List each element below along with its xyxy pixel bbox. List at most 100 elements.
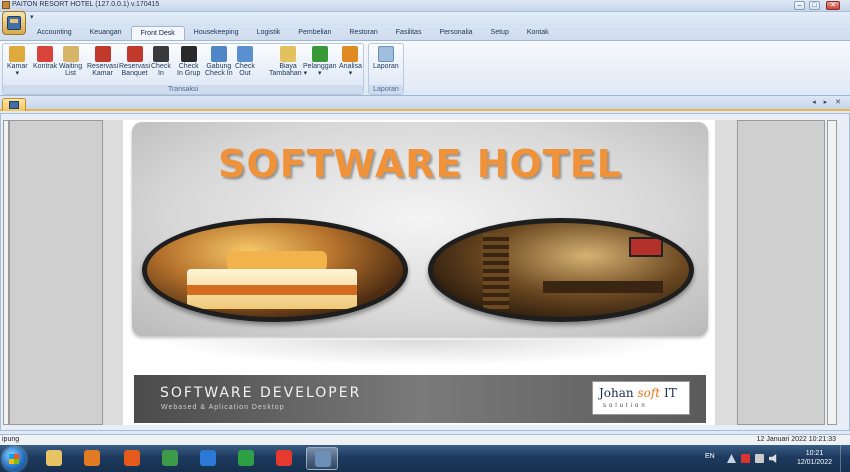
- tab-personalia[interactable]: Personalia: [430, 26, 481, 40]
- ribbon-button-sublabel: Check In: [205, 70, 233, 77]
- start-button[interactable]: [2, 447, 26, 471]
- logo-text: Johan soft IT: [599, 386, 677, 400]
- application-menu-button[interactable]: [2, 11, 26, 35]
- document-tab-controls[interactable]: ◂ ▸ ✕: [812, 98, 844, 106]
- bed-runner: [187, 285, 357, 295]
- ribbon-button-biaya-tambahan[interactable]: Biaya Tambahan ▾: [269, 46, 307, 77]
- taskbar-app-green-triangle-app[interactable]: [230, 447, 262, 470]
- anydesk-icon: [276, 450, 292, 466]
- media-player-icon: [84, 450, 100, 466]
- tab-restoran[interactable]: Restoran: [340, 26, 386, 40]
- ribbon-button-sublabel: Banquet: [121, 70, 148, 77]
- analysis-icon: [342, 46, 359, 62]
- tab-accounting[interactable]: Accounting: [28, 26, 81, 40]
- logo-it: IT: [663, 386, 677, 400]
- ribbon-button-gabung-check-in[interactable]: Gabung Check In: [205, 46, 233, 77]
- welcome-canvas: SOFTWARE HOTEL SOFTWARE DEVELOPER Webase…: [123, 120, 715, 425]
- network-icon[interactable]: [755, 454, 764, 463]
- group-add-icon: [180, 46, 197, 62]
- tab-kontak[interactable]: Kontak: [518, 26, 558, 40]
- ribbon-button-label: Waiting: [59, 63, 83, 70]
- file-explorer-icon: [46, 450, 62, 466]
- checkout-icon: [236, 46, 253, 62]
- ribbon-button-sublabel: Tambahan ▾: [269, 70, 308, 77]
- maximize-button[interactable]: □: [809, 1, 820, 10]
- ribbon-button-sublabel: ▾: [15, 70, 20, 77]
- ribbon-button-sublabel: In Grup: [177, 70, 201, 77]
- taskbar-app-hotel-app[interactable]: [306, 447, 338, 470]
- ribbon-button-label: Reservasi: [119, 63, 151, 70]
- taskbar-app-file-explorer[interactable]: [38, 447, 70, 470]
- taskbar-app-chrome[interactable]: [154, 447, 186, 470]
- tab-housekeeping[interactable]: Housekeeping: [185, 26, 248, 40]
- status-datetime: 12 Januari 2022 10:21:33: [756, 436, 836, 443]
- clock-time: 10:21: [805, 450, 824, 457]
- minimize-button[interactable]: –: [794, 1, 805, 10]
- chrome-icon: [162, 450, 178, 466]
- document-tab-home[interactable]: [2, 98, 26, 111]
- ribbon-button-pelanggan[interactable]: Pelanggan ▾: [303, 46, 336, 77]
- tab-front-desk[interactable]: Front Desk: [130, 26, 185, 40]
- clock[interactable]: 10:21 12/01/2022: [797, 449, 832, 467]
- right-side-panel: [737, 120, 825, 425]
- people-icon: [152, 46, 169, 62]
- logo-subtitle: solution: [603, 403, 648, 409]
- group-label-transaksi: Transaksi: [3, 85, 363, 94]
- box-icon: [9, 46, 26, 62]
- taskbar: EN 10:21 12/01/2022: [0, 445, 850, 472]
- ribbon-button-reservasi-banquet[interactable]: Reservasi Banquet: [119, 46, 150, 77]
- taskbar-app-teamviewer[interactable]: [192, 447, 224, 470]
- tab-pembelian[interactable]: Pembelian: [289, 26, 340, 40]
- developer-logo: Johan soft IT solution: [592, 381, 690, 415]
- show-hidden-icons-icon[interactable]: [727, 454, 736, 463]
- tab-keuangan[interactable]: Keuangan: [81, 26, 131, 40]
- tab-fasilitas[interactable]: Fasilitas: [387, 26, 431, 40]
- ribbon-button-check-out[interactable]: Check Out: [235, 46, 255, 77]
- app-menu-icon: [7, 16, 21, 30]
- taskbar-app-anydesk[interactable]: [268, 447, 300, 470]
- ribbon-button-sublabel: ▾: [317, 70, 322, 77]
- room-interior-photo: [428, 218, 694, 322]
- hotel-app-icon: [315, 451, 331, 467]
- ribbon-button-analisa[interactable]: Analisa ▾: [339, 46, 362, 77]
- ribbon-button-sublabel: Kamar: [92, 70, 113, 77]
- document-tab-bar: ◂ ▸ ✕: [0, 97, 850, 111]
- group-label-laporan: Laporan: [369, 85, 403, 94]
- wooden-panel: [483, 233, 509, 313]
- status-bar: ipung 12 Januari 2022 10:21:33: [0, 434, 850, 445]
- add-customer-icon: [311, 46, 328, 62]
- action-center-flag-icon[interactable]: [741, 454, 750, 463]
- ribbon: Transaksi Kamar ▾ Kontrak Waiting List Reserv…: [0, 40, 850, 96]
- show-desktop-button[interactable]: [840, 445, 850, 472]
- language-indicator[interactable]: EN: [705, 453, 715, 460]
- ribbon-group-transaksi: Transaksi Kamar ▾ Kontrak Waiting List Reserv…: [2, 43, 364, 95]
- ribbon-group-laporan: Laporan Laporan: [368, 43, 404, 95]
- left-margin: [103, 120, 123, 425]
- banner-reflection: [153, 340, 685, 366]
- pencil-document-icon: [37, 46, 54, 62]
- ribbon-button-label: Kontrak: [33, 63, 58, 70]
- ribbon-button-kontrak[interactable]: Kontrak: [33, 46, 57, 70]
- close-button[interactable]: ✕: [826, 1, 840, 10]
- ribbon-button-kamar[interactable]: Kamar ▾: [7, 46, 28, 77]
- ribbon-button-waiting-list[interactable]: Waiting List: [59, 46, 82, 77]
- ribbon-button-label: Laporan: [373, 63, 399, 70]
- ribbon-button-reservasi-kamar[interactable]: Reservasi Kamar: [87, 46, 118, 77]
- coins-icon: [280, 46, 297, 62]
- ribbon-button-check-in[interactable]: Check In: [151, 46, 171, 77]
- quick-access-dropdown[interactable]: ▾: [30, 13, 34, 21]
- volume-icon[interactable]: [769, 454, 777, 463]
- ribbon-button-laporan[interactable]: Laporan: [373, 46, 399, 70]
- ribbon-button-label: Gabung: [206, 63, 232, 70]
- right-scrollbar[interactable]: [827, 120, 837, 425]
- ribbon-button-check-in-grup[interactable]: Check In Grup: [177, 46, 200, 77]
- quick-access-toolbar: ▾: [0, 12, 850, 26]
- hourglass-icon: [62, 46, 79, 62]
- status-user: ipung: [2, 436, 20, 443]
- tab-setup[interactable]: Setup: [482, 26, 518, 40]
- taskbar-app-media-player[interactable]: [76, 447, 108, 470]
- developer-subtitle: Webased & Aplication Desktop: [161, 404, 285, 411]
- title-bar: PAITON RESORT HOTEL (127.0.0.1) v.170415…: [0, 0, 850, 12]
- taskbar-app-firefox[interactable]: [116, 447, 148, 470]
- tab-logistik[interactable]: Logistik: [248, 26, 290, 40]
